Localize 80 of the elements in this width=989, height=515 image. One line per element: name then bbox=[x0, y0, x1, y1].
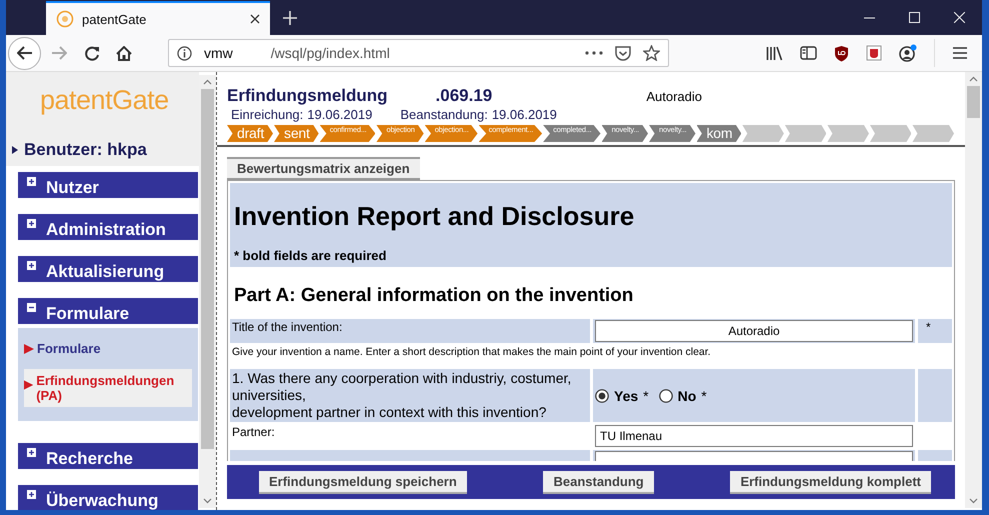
field-hint: Give your invention a name. Enter a short description that makes the main point of your invention clear. bbox=[232, 346, 711, 358]
menu-header-label: Formulare bbox=[46, 304, 130, 324]
back-arrow-icon bbox=[16, 46, 32, 60]
stage-step bbox=[912, 125, 954, 142]
menu-header-label: Nutzer bbox=[46, 178, 99, 198]
back-button[interactable] bbox=[8, 36, 41, 70]
more-icon[interactable] bbox=[585, 51, 603, 55]
expand-icon[interactable] bbox=[27, 219, 36, 228]
input-field[interactable]: Autoradio bbox=[595, 320, 913, 342]
library-icon[interactable] bbox=[766, 46, 783, 60]
radio-option[interactable]: No * bbox=[658, 388, 707, 404]
maximize-icon[interactable] bbox=[909, 12, 920, 23]
radio-icon[interactable] bbox=[658, 388, 673, 402]
stage-step bbox=[742, 125, 784, 142]
matrix-button[interactable]: Bewertungsmatrix anzeigen bbox=[227, 157, 420, 180]
menu-header[interactable]: Nutzer bbox=[18, 172, 198, 198]
expand-icon[interactable] bbox=[27, 177, 36, 186]
action-button[interactable]: Beanstandung bbox=[543, 470, 654, 494]
table-cell: * bbox=[918, 319, 952, 343]
submenu-item[interactable]: Erfindungsmeldungen (PA) bbox=[24, 369, 192, 407]
menu-header-label: Recherche bbox=[46, 449, 133, 469]
home-icon[interactable] bbox=[116, 46, 132, 60]
menu-header[interactable]: Aktualisierung bbox=[18, 256, 198, 282]
expand-icon[interactable] bbox=[27, 261, 36, 270]
field-label: Title of the invention: bbox=[230, 319, 590, 343]
scrollbar[interactable] bbox=[199, 75, 216, 508]
expand-icon[interactable] bbox=[27, 448, 36, 457]
stage-step[interactable]: kom bbox=[696, 125, 742, 142]
form-subject: Autoradio bbox=[646, 89, 702, 104]
question-text: 1. Was there any coorperation with industriy, costumer, universities, development partner in context with this invention? bbox=[230, 369, 590, 422]
collapse-icon[interactable] bbox=[27, 303, 36, 312]
form-number: .069.19 bbox=[436, 86, 492, 106]
radio-selected-icon[interactable] bbox=[595, 388, 609, 402]
sidebar-icon[interactable] bbox=[800, 46, 817, 60]
form-heading: Invention Report and Disclosure bbox=[234, 201, 636, 232]
info-icon[interactable] bbox=[177, 46, 192, 60]
menu-header-label: Administration bbox=[46, 220, 166, 240]
expand-icon[interactable] bbox=[27, 490, 36, 499]
star-icon[interactable] bbox=[643, 45, 660, 61]
date-value: 19.06.2019 bbox=[307, 107, 372, 122]
submenu-item[interactable]: Formulare bbox=[24, 338, 192, 359]
tab-title: patentGate bbox=[82, 12, 148, 26]
triangle-icon bbox=[24, 344, 34, 354]
input-field[interactable]: TU Ilmenau bbox=[595, 425, 913, 447]
user-name: Benutzer: hkpa bbox=[24, 140, 147, 160]
menu-header-label: Überwachung bbox=[46, 491, 158, 510]
action-button[interactable]: Erfindungsmeldung komplett bbox=[730, 470, 931, 494]
section-heading: Part A: General information on the invention bbox=[234, 285, 634, 307]
plus-icon[interactable] bbox=[283, 11, 297, 25]
stage-step bbox=[870, 125, 912, 142]
radio-option[interactable]: Yes * bbox=[595, 388, 649, 404]
logo-icon bbox=[56, 10, 74, 28]
table-cell bbox=[918, 369, 952, 422]
menu-icon[interactable] bbox=[952, 46, 968, 60]
field-label: Partner: bbox=[231, 424, 276, 441]
date-label: Einreichung: bbox=[231, 107, 304, 122]
date-value: 19.06.2019 bbox=[492, 107, 557, 122]
menu-header[interactable]: Formulare bbox=[18, 298, 198, 324]
account-icon[interactable] bbox=[899, 44, 917, 62]
stage-step bbox=[784, 125, 826, 142]
date-label: Beanstandung: bbox=[400, 107, 488, 122]
menu-header[interactable]: Überwachung bbox=[18, 485, 198, 510]
url-host: vmw bbox=[204, 45, 233, 61]
scrollbar[interactable] bbox=[965, 72, 982, 508]
browser-tab[interactable]: patentGate bbox=[46, 1, 270, 35]
reload-icon[interactable] bbox=[85, 46, 100, 60]
close-icon[interactable] bbox=[250, 14, 260, 24]
triangle-icon bbox=[12, 146, 18, 154]
form-title: Erfindungsmeldung bbox=[227, 86, 388, 106]
required-note: * bold fields are required bbox=[234, 248, 388, 263]
stage-step bbox=[827, 125, 869, 142]
shield-icon[interactable] bbox=[834, 44, 849, 62]
triangle-icon bbox=[24, 380, 34, 390]
pocket-icon[interactable] bbox=[615, 46, 631, 60]
menu-header[interactable]: Administration bbox=[18, 214, 198, 240]
address-bar[interactable]: vmw /wsql/pg/index.html bbox=[168, 39, 669, 67]
menu-header-label: Aktualisierung bbox=[46, 262, 164, 282]
menu-header[interactable]: Recherche bbox=[18, 443, 198, 469]
url-path: /wsql/pg/index.html bbox=[270, 45, 390, 61]
action-button[interactable]: Erfindungsmeldung speichern bbox=[259, 470, 467, 494]
